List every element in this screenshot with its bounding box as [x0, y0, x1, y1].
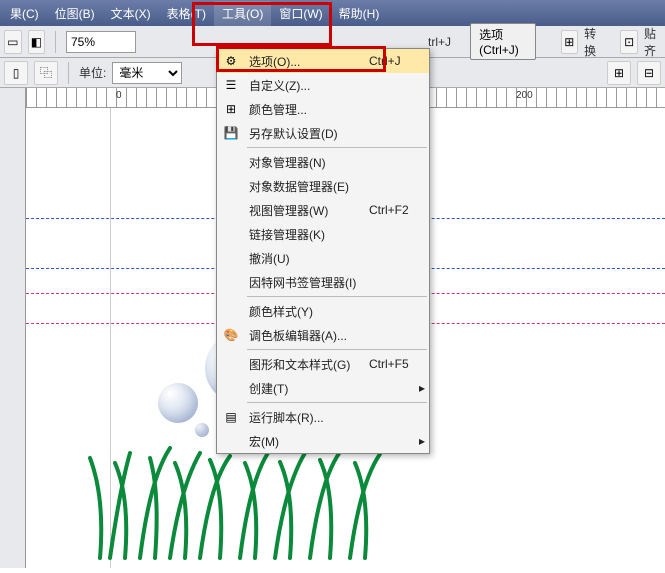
save-icon: 💾	[217, 121, 245, 145]
menu-separator	[247, 402, 427, 403]
menu-item-create[interactable]: 创建(T)▸	[217, 376, 429, 400]
menu-item-object-data-mgr[interactable]: 对象数据管理器(E)	[217, 174, 429, 198]
menu-item-label: 链接管理器(K)	[245, 226, 369, 243]
menu-help[interactable]: 帮助(H)	[331, 1, 388, 26]
color-mgmt-icon: ⊞	[217, 97, 245, 121]
tools-menu-dropdown: ⚙ 选项(O)... Ctrl+J ☰ 自定义(Z)... ⊞ 颜色管理... …	[216, 48, 430, 454]
menu-item-shortcut: Ctrl+F2	[369, 203, 429, 217]
menu-separator	[247, 349, 427, 350]
menu-item-label: 运行脚本(R)...	[245, 409, 369, 426]
artwork-bubble-small[interactable]	[195, 423, 209, 437]
transform-label: 转换	[584, 25, 601, 59]
menu-separator	[247, 296, 427, 297]
options-icon: ⚙	[217, 49, 245, 73]
menu-item-label: 因特网书签管理器(I)	[245, 274, 369, 291]
menu-item-label: 宏(M)	[245, 433, 415, 450]
menu-item-link-mgr[interactable]: 链接管理器(K)	[217, 222, 429, 246]
menu-item-label: 撤消(U)	[245, 250, 369, 267]
menu-item-options[interactable]: ⚙ 选项(O)... Ctrl+J	[217, 49, 429, 73]
snap-icon[interactable]: ⊡	[620, 30, 638, 54]
menu-item-palette-editor[interactable]: 🎨调色板编辑器(A)...	[217, 323, 429, 347]
menu-item-customize[interactable]: ☰ 自定义(Z)...	[217, 73, 429, 97]
script-icon: ▤	[217, 405, 245, 429]
tool-btn-1[interactable]: ▭	[4, 30, 22, 54]
menubar: 果(C) 位图(B) 文本(X) 表格(T) 工具(O) 窗口(W) 帮助(H)	[0, 0, 665, 26]
menu-item-label: 调色板编辑器(A)...	[245, 327, 369, 344]
menu-item-undo[interactable]: 撤消(U)	[217, 246, 429, 270]
menu-item-label: 创建(T)	[245, 380, 415, 397]
menu-item-label: 对象数据管理器(E)	[245, 178, 369, 195]
menu-item-label: 颜色样式(Y)	[245, 303, 369, 320]
ruler-tick-0: 0	[116, 90, 122, 101]
menu-item-label: 选项(O)...	[245, 53, 369, 70]
menu-item-macro[interactable]: 宏(M)▸	[217, 429, 429, 453]
submenu-arrow-icon: ▸	[415, 434, 429, 448]
submenu-arrow-icon: ▸	[415, 381, 429, 395]
customize-icon: ☰	[217, 73, 245, 97]
options-button[interactable]: 选项 (Ctrl+J)	[470, 23, 536, 60]
snap-label: 贴齐	[644, 25, 661, 59]
shortcut-hint: trl+J	[428, 35, 451, 49]
menu-window[interactable]: 窗口(W)	[271, 1, 330, 26]
tool-btn-2[interactable]: ◧	[28, 30, 46, 54]
menu-item-bookmark-mgr[interactable]: 因特网书签管理器(I)	[217, 270, 429, 294]
unit-select[interactable]: 毫米	[112, 62, 182, 84]
menu-item-label: 对象管理器(N)	[245, 154, 369, 171]
menu-item-graphic-text-styles[interactable]: 图形和文本样式(G)Ctrl+F5	[217, 352, 429, 376]
prop-btn-2[interactable]: ⿻	[34, 61, 58, 85]
menu-bitmap[interactable]: 位图(B)	[47, 1, 103, 26]
artwork-bubble-medium[interactable]	[158, 383, 198, 423]
zoom-input[interactable]	[66, 31, 136, 53]
menu-item-shortcut: Ctrl+F5	[369, 357, 429, 371]
menu-item-view-mgr[interactable]: 视图管理器(W)Ctrl+F2	[217, 198, 429, 222]
menu-item-color-styles[interactable]: 颜色样式(Y)	[217, 299, 429, 323]
unit-label: 单位:	[79, 64, 106, 81]
prop-btn-1[interactable]: ▯	[4, 61, 28, 85]
menu-item-save-defaults[interactable]: 💾 另存默认设置(D)	[217, 121, 429, 145]
menu-item-color-mgmt[interactable]: ⊞ 颜色管理...	[217, 97, 429, 121]
ruler-tick-200: 200	[516, 90, 533, 101]
palette-icon: 🎨	[217, 323, 245, 347]
menu-item-shortcut: Ctrl+J	[369, 54, 429, 68]
menu-item-label: 另存默认设置(D)	[245, 125, 369, 142]
menu-item-run-script[interactable]: ▤运行脚本(R)...	[217, 405, 429, 429]
menu-tools[interactable]: 工具(O)	[214, 1, 271, 26]
menu-effects[interactable]: 果(C)	[2, 1, 47, 26]
ruler-vertical	[0, 108, 26, 568]
prop-btn-4[interactable]: ⊟	[637, 61, 661, 85]
menu-item-label: 视图管理器(W)	[245, 202, 369, 219]
menu-item-label: 自定义(Z)...	[245, 77, 369, 94]
menu-item-object-mgr[interactable]: 对象管理器(N)	[217, 150, 429, 174]
prop-btn-3[interactable]: ⊞	[607, 61, 631, 85]
ruler-corner	[0, 88, 26, 108]
menu-separator	[247, 147, 427, 148]
menu-text[interactable]: 文本(X)	[103, 1, 159, 26]
transform-icon[interactable]: ⊞	[561, 30, 579, 54]
menu-item-label: 图形和文本样式(G)	[245, 356, 369, 373]
artwork-grass[interactable]	[80, 438, 400, 568]
menu-item-label: 颜色管理...	[245, 101, 369, 118]
menu-table[interactable]: 表格(T)	[159, 1, 214, 26]
